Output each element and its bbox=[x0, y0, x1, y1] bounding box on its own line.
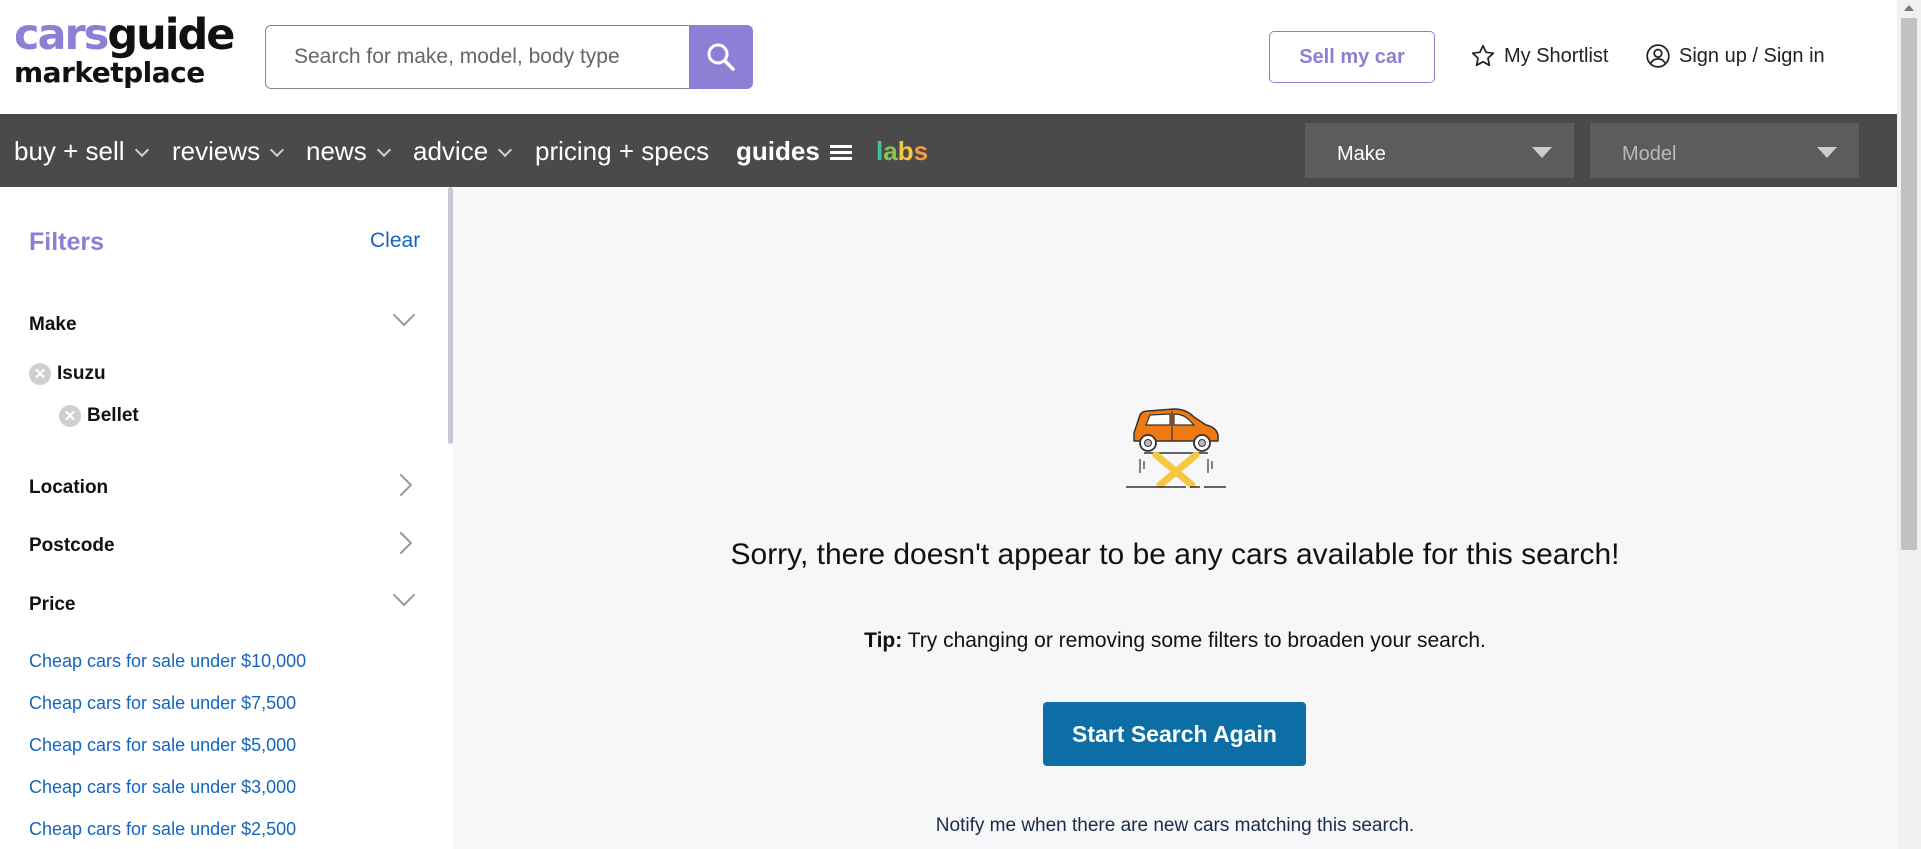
chevron-down-icon[interactable] bbox=[392, 303, 416, 327]
price-link-7500[interactable]: Cheap cars for sale under $7,500 bbox=[29, 693, 296, 714]
filters-title: Filters bbox=[29, 228, 105, 256]
scroll-up-arrow-icon[interactable] bbox=[1904, 5, 1914, 11]
nav-buy-sell[interactable]: buy + sell bbox=[14, 136, 149, 167]
chevron-right-icon[interactable] bbox=[389, 473, 413, 497]
filters-sidebar: Filters Clear Make ✕ Isuzu ✕ Bellet Loca… bbox=[0, 187, 453, 849]
tip-label: Tip: bbox=[864, 629, 903, 652]
labs-letter-3: b bbox=[897, 136, 914, 166]
remove-icon[interactable]: ✕ bbox=[29, 363, 51, 385]
nav-advice[interactable]: advice bbox=[413, 136, 513, 167]
price-filter-label[interactable]: Price bbox=[29, 594, 75, 616]
chevron-down-icon bbox=[376, 142, 391, 157]
price-link-10000[interactable]: Cheap cars for sale under $10,000 bbox=[29, 651, 306, 672]
tip-body: Try changing or removing some filters to… bbox=[902, 629, 1486, 652]
main-nav: buy + sell reviews news advice pricing +… bbox=[0, 114, 1897, 187]
chevron-down-icon bbox=[134, 142, 149, 157]
make-select[interactable]: Make bbox=[1305, 123, 1574, 178]
nav-reviews-label: reviews bbox=[172, 136, 261, 166]
hamburger-icon bbox=[829, 144, 852, 160]
chevron-down-icon bbox=[270, 142, 285, 157]
postcode-filter-label[interactable]: Postcode bbox=[29, 535, 115, 557]
page-scrollbar[interactable] bbox=[1897, 0, 1921, 849]
labs-letter-2: a bbox=[883, 136, 898, 166]
chevron-down-icon[interactable] bbox=[392, 583, 416, 607]
model-chip-label: Bellet bbox=[87, 405, 139, 426]
logo-cars: cars bbox=[14, 10, 109, 60]
dropdown-arrow-icon bbox=[1532, 147, 1552, 158]
results-area: Sorry, there doesn't appear to be any ca… bbox=[453, 187, 1897, 849]
nav-pricing-specs-label: pricing + specs bbox=[535, 136, 710, 166]
remove-icon[interactable]: ✕ bbox=[59, 405, 81, 427]
make-chip-label: Isuzu bbox=[57, 363, 106, 384]
my-shortlist-link[interactable]: My Shortlist bbox=[1470, 43, 1608, 69]
nav-buy-sell-label: buy + sell bbox=[14, 136, 125, 166]
nav-news-label: news bbox=[306, 136, 367, 166]
shortlist-label: My Shortlist bbox=[1504, 44, 1609, 67]
nav-labs[interactable]: labs bbox=[876, 136, 928, 167]
car-on-lift-icon bbox=[1126, 408, 1226, 489]
location-filter-label[interactable]: Location bbox=[29, 477, 108, 499]
search-button[interactable] bbox=[689, 25, 753, 89]
nav-guides[interactable]: guides bbox=[736, 136, 852, 167]
price-link-3000[interactable]: Cheap cars for sale under $3,000 bbox=[29, 777, 296, 798]
price-link-5000[interactable]: Cheap cars for sale under $5,000 bbox=[29, 735, 296, 756]
tip-text: Tip: Try changing or removing some filte… bbox=[453, 629, 1897, 653]
nav-guides-label: guides bbox=[736, 136, 820, 166]
carsguide-logo[interactable]: carsguide marketplace bbox=[14, 14, 235, 89]
search-input[interactable] bbox=[265, 25, 690, 89]
search-bar bbox=[265, 25, 753, 89]
dropdown-arrow-icon bbox=[1817, 147, 1837, 158]
logo-marketplace: marketplace bbox=[14, 56, 205, 89]
nav-advice-label: advice bbox=[413, 136, 489, 166]
star-icon bbox=[1471, 44, 1495, 67]
scrollbar-thumb[interactable] bbox=[1901, 18, 1917, 550]
site-header: carsguide marketplace Sell my car My Sho… bbox=[0, 0, 1897, 114]
nav-reviews[interactable]: reviews bbox=[172, 136, 285, 167]
clear-filters-link[interactable]: Clear bbox=[370, 229, 420, 253]
logo-guide: guide bbox=[107, 10, 235, 60]
search-icon bbox=[707, 43, 735, 71]
model-select-value: Model bbox=[1622, 143, 1677, 165]
make-filter-label[interactable]: Make bbox=[29, 314, 77, 336]
nav-news[interactable]: news bbox=[306, 136, 391, 167]
model-select[interactable]: Model bbox=[1590, 123, 1859, 178]
sign-in-link[interactable]: Sign up / Sign in bbox=[1645, 43, 1825, 69]
make-select-value: Make bbox=[1337, 143, 1386, 165]
start-search-again-button[interactable]: Start Search Again bbox=[1043, 702, 1306, 766]
notify-message: Notify me when there are new cars matchi… bbox=[935, 815, 1415, 836]
labs-letter-1: l bbox=[876, 136, 884, 166]
nav-pricing-specs[interactable]: pricing + specs bbox=[535, 136, 709, 167]
make-chip-isuzu: ✕ Isuzu bbox=[29, 363, 106, 385]
model-chip-bellet: ✕ Bellet bbox=[59, 405, 139, 427]
chevron-right-icon[interactable] bbox=[389, 531, 413, 555]
sell-my-car-button[interactable]: Sell my car bbox=[1269, 31, 1435, 83]
sign-in-label: Sign up / Sign in bbox=[1679, 44, 1825, 67]
chevron-down-icon bbox=[498, 142, 513, 157]
price-link-2500[interactable]: Cheap cars for sale under $2,500 bbox=[29, 819, 296, 840]
user-icon bbox=[1646, 44, 1670, 68]
labs-letter-4: s bbox=[913, 136, 929, 166]
no-results-message: Sorry, there doesn't appear to be any ca… bbox=[730, 538, 1620, 571]
